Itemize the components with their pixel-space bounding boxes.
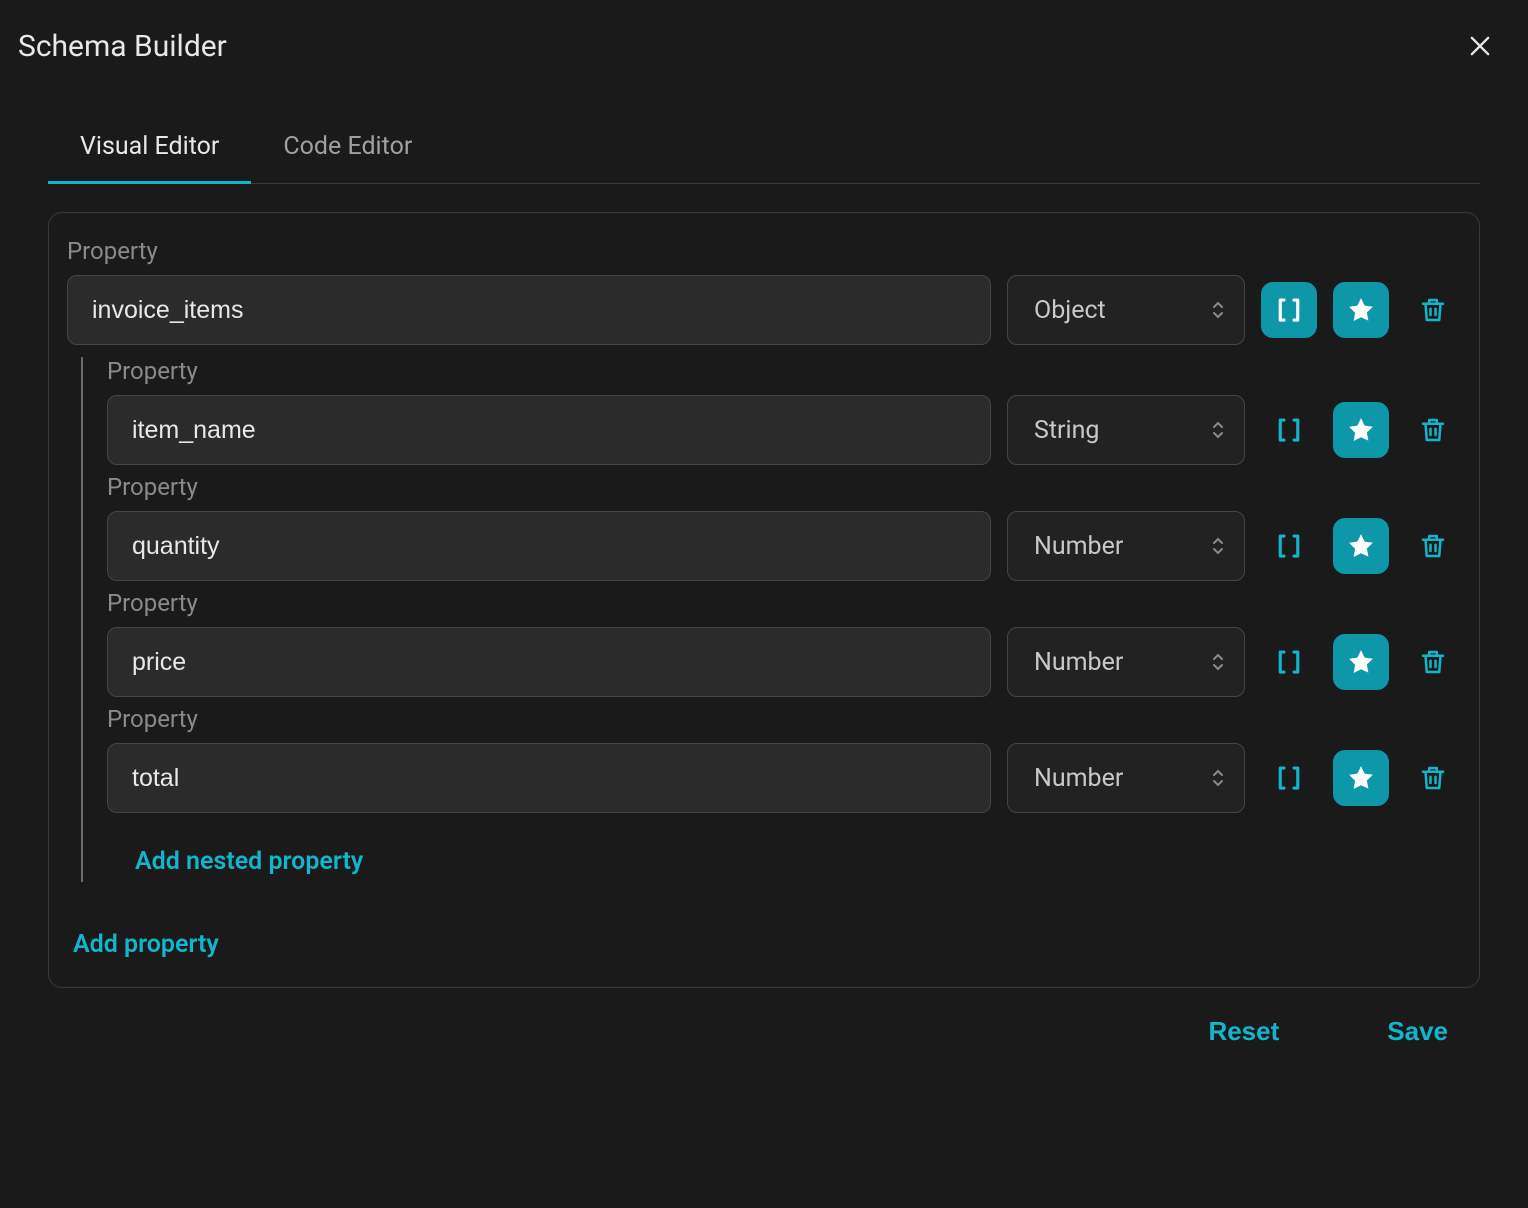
property-row: String [107, 395, 1461, 465]
brackets-icon [1274, 415, 1304, 445]
star-icon [1346, 295, 1376, 325]
star-icon [1346, 415, 1376, 445]
type-select-value: Number [1034, 648, 1123, 677]
chevron-updown-icon [1212, 421, 1224, 439]
property-name-input[interactable] [107, 743, 991, 813]
property-name-input[interactable] [107, 395, 991, 465]
property-label: Property [107, 705, 1461, 733]
star-icon [1346, 531, 1376, 561]
brackets-icon [1274, 763, 1304, 793]
property-block: Property String [107, 357, 1461, 465]
array-toggle-button[interactable] [1261, 634, 1317, 690]
property-label: Property [107, 589, 1461, 617]
trash-icon [1418, 295, 1448, 325]
type-select-value: String [1034, 416, 1099, 445]
property-label: Property [107, 357, 1461, 385]
delete-button[interactable] [1405, 518, 1461, 574]
chevron-updown-icon [1212, 301, 1224, 319]
required-toggle-button[interactable] [1333, 518, 1389, 574]
required-toggle-button[interactable] [1333, 750, 1389, 806]
close-icon [1466, 32, 1494, 60]
modal-content: Visual Editor Code Editor Property Objec… [0, 114, 1528, 988]
property-block-root: Property Object [67, 237, 1461, 345]
property-name-input[interactable] [67, 275, 991, 345]
property-block: Property Number [107, 473, 1461, 581]
property-type-select[interactable]: String [1007, 395, 1245, 465]
delete-button[interactable] [1405, 634, 1461, 690]
property-block: Property Number [107, 589, 1461, 697]
required-toggle-button[interactable] [1333, 282, 1389, 338]
modal-header: Schema Builder [0, 0, 1528, 84]
array-toggle-button[interactable] [1261, 402, 1317, 458]
property-name-input[interactable] [107, 627, 991, 697]
property-row: Number [107, 627, 1461, 697]
save-button[interactable]: Save [1387, 1016, 1448, 1047]
property-type-select[interactable]: Object [1007, 275, 1245, 345]
star-icon [1346, 763, 1376, 793]
schema-panel: Property Object [48, 212, 1480, 988]
tabs: Visual Editor Code Editor [48, 114, 1480, 184]
brackets-icon [1274, 295, 1304, 325]
close-button[interactable] [1462, 28, 1498, 64]
trash-icon [1418, 415, 1448, 445]
type-select-value: Object [1034, 296, 1106, 325]
schema-builder-modal: Schema Builder Visual Editor Code Editor… [0, 0, 1528, 1208]
modal-footer: Reset Save [0, 988, 1528, 1075]
property-type-select[interactable]: Number [1007, 511, 1245, 581]
property-block: Property Number [107, 705, 1461, 813]
property-type-select[interactable]: Number [1007, 743, 1245, 813]
property-row: Number [107, 743, 1461, 813]
star-icon [1346, 647, 1376, 677]
brackets-icon [1274, 531, 1304, 561]
delete-button[interactable] [1405, 282, 1461, 338]
required-toggle-button[interactable] [1333, 402, 1389, 458]
reset-button[interactable]: Reset [1208, 1016, 1279, 1047]
chevron-updown-icon [1212, 769, 1224, 787]
type-select-value: Number [1034, 764, 1123, 793]
tab-code-editor[interactable]: Code Editor [251, 114, 444, 184]
tab-visual-editor[interactable]: Visual Editor [48, 114, 251, 184]
property-type-select[interactable]: Number [1007, 627, 1245, 697]
trash-icon [1418, 647, 1448, 677]
add-property-link[interactable]: Add property [73, 930, 219, 959]
brackets-icon [1274, 647, 1304, 677]
property-label: Property [107, 473, 1461, 501]
array-toggle-button[interactable] [1261, 282, 1317, 338]
delete-button[interactable] [1405, 750, 1461, 806]
modal-title: Schema Builder [18, 29, 227, 64]
nested-properties: Property String [81, 357, 1461, 882]
delete-button[interactable] [1405, 402, 1461, 458]
chevron-updown-icon [1212, 537, 1224, 555]
property-name-input[interactable] [107, 511, 991, 581]
trash-icon [1418, 531, 1448, 561]
chevron-updown-icon [1212, 653, 1224, 671]
array-toggle-button[interactable] [1261, 518, 1317, 574]
array-toggle-button[interactable] [1261, 750, 1317, 806]
property-row: Object [67, 275, 1461, 345]
add-nested-property-link[interactable]: Add nested property [135, 847, 363, 876]
property-label: Property [67, 237, 1461, 265]
type-select-value: Number [1034, 532, 1123, 561]
property-row: Number [107, 511, 1461, 581]
trash-icon [1418, 763, 1448, 793]
required-toggle-button[interactable] [1333, 634, 1389, 690]
